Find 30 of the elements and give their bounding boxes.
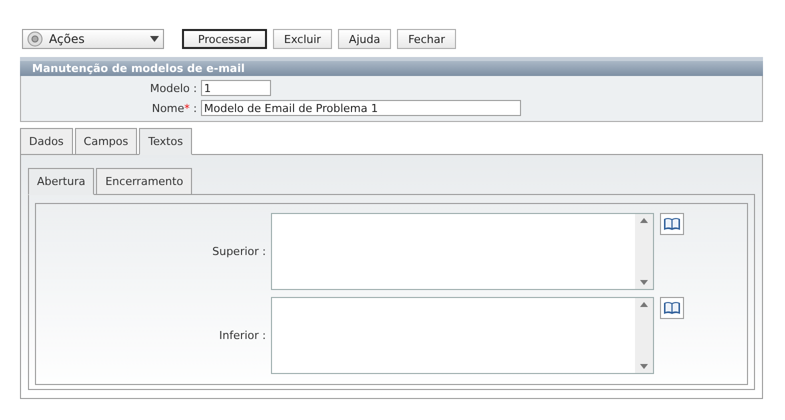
tab[interactable]: Dados	[20, 128, 73, 155]
book-button[interactable]	[660, 213, 684, 235]
toolbar-button[interactable]: Fechar	[397, 29, 456, 49]
section-header: Manutenção de modelos de e-mail	[20, 57, 763, 76]
text-area[interactable]	[271, 213, 654, 290]
scroll-down-arrow-icon[interactable]	[640, 280, 648, 285]
actions-dropdown[interactable]: Ações	[22, 29, 164, 49]
field-label: Inferior :	[218, 329, 267, 342]
scroll-down-arrow-icon[interactable]	[640, 364, 648, 369]
toolbar-button[interactable]: Ajuda	[338, 29, 392, 49]
scroll-up-arrow-icon[interactable]	[640, 302, 648, 307]
text-field[interactable]: Modelo de Email de Problema 1	[201, 100, 521, 116]
field-label: Modelo :	[149, 82, 198, 94]
book-icon	[663, 301, 681, 315]
field-label: Superior :	[211, 245, 267, 258]
book-icon	[663, 217, 681, 231]
text-area[interactable]	[271, 297, 654, 374]
tab[interactable]: Campos	[74, 128, 138, 155]
text-field[interactable]: 1	[201, 80, 271, 96]
toolbar-button[interactable]: Excluir	[273, 29, 332, 49]
book-button[interactable]	[660, 297, 684, 319]
tab[interactable]: Textos	[139, 128, 192, 155]
toolbar-button[interactable]: Processar	[182, 29, 267, 49]
scroll-up-arrow-icon[interactable]	[640, 218, 648, 223]
field-label: Nome* :	[150, 102, 198, 114]
scrollbar[interactable]	[635, 214, 653, 289]
scrollbar[interactable]	[635, 298, 653, 373]
tab[interactable]: Encerramento	[96, 168, 192, 195]
tab[interactable]: Abertura	[28, 168, 94, 195]
caret-icon	[150, 36, 159, 42]
